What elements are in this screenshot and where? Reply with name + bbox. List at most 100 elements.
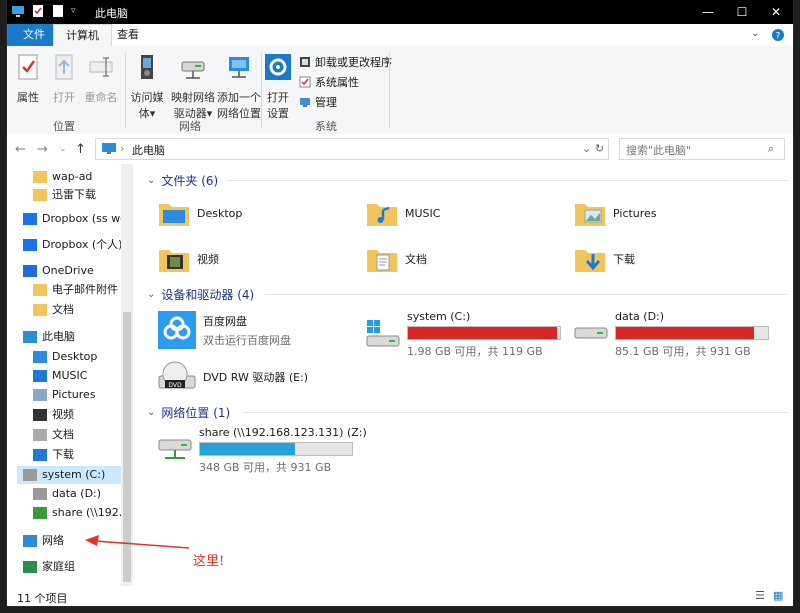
sidebar-item[interactable]: Desktop [33,348,97,366]
folder-item[interactable]: 视频 [157,242,219,276]
drive-c[interactable]: system (C:) 1.98 GB 可用，共 119 GB [365,310,565,358]
video-icon [33,409,47,421]
forward-button[interactable]: → [37,142,48,157]
address-bar[interactable]: › 此电脑 ⌄ ↻ [95,138,609,160]
breadcrumb[interactable]: 此电脑 [132,142,165,158]
folder-item[interactable]: MUSIC [365,196,440,230]
folder-label: Desktop [197,206,243,220]
title-bar: ▿ 此电脑 — ☐ ✕ [7,0,793,24]
item-count: 11 个项目 [17,592,68,605]
sidebar-item[interactable]: 此电脑 [23,328,75,346]
sidebar-item-label: data (D:) [52,487,102,500]
sidebar-item[interactable]: share (\\192.16 [33,504,133,522]
uninstall-icon [300,57,310,67]
search-icon[interactable]: ⌕ [768,142,774,156]
close-button[interactable]: ✕ [759,0,793,24]
music-icon [33,370,47,382]
help-icon[interactable]: ? [771,28,785,42]
desktop-folder-icon [159,204,189,226]
manage-button[interactable]: 管理 [299,94,337,110]
device-baidu[interactable]: 百度网盘 双击运行百度网盘 [157,310,291,350]
collapse-chevron-icon[interactable]: ⌄ [147,289,155,300]
recent-locations-icon[interactable]: ⌄ [59,144,67,154]
svg-text:DVD: DVD [168,382,182,389]
sidebar-item[interactable]: 视频 [33,406,74,424]
sidebar-item-label: Pictures [52,388,96,401]
group-label-system: 系统 [315,120,337,133]
tab-computer[interactable]: 计算机 [53,24,112,47]
folder-item[interactable]: Desktop [157,196,242,230]
drive-usage-bar [199,442,353,456]
tab-view[interactable]: 查看 [105,24,151,46]
section-title-network: 网络位置 (1) [161,406,231,420]
section-devices[interactable]: ⌄ 设备和驱动器 (4) [147,286,787,303]
sidebar-item[interactable]: 电子邮件附件 [33,281,118,299]
system-properties-button[interactable]: 系统属性 [299,74,359,90]
sidebar-item[interactable]: wap-ad [33,168,92,186]
up-button[interactable]: ↑ [75,142,86,157]
search-input[interactable]: 搜索"此电脑" ⌕ [619,138,785,160]
rename-button[interactable]: 重命名 [83,52,119,105]
uninstall-button[interactable]: 卸载或更改程序 [299,54,392,70]
open-settings-button[interactable]: 打开 设置 [263,52,293,121]
folder-item[interactable]: 下载 [573,242,635,276]
section-folders[interactable]: ⌄ 文件夹 (6) [147,172,787,189]
folder-label: Pictures [613,206,657,220]
search-placeholder: 搜索"此电脑" [626,144,692,157]
sidebar-item[interactable]: MUSIC [33,367,87,385]
navigation-scrollbar[interactable] [121,164,133,586]
address-dropdown-icon[interactable]: ⌄ [582,142,591,155]
minimize-button[interactable]: — [691,0,725,24]
sidebar-item-label: 家庭组 [42,560,75,573]
sidebar-item[interactable]: 迅雷下载 [33,186,96,204]
refresh-icon[interactable]: ↻ [595,142,604,155]
details-view-icon[interactable]: ☰ [755,589,765,602]
window-title: 此电脑 [95,7,128,20]
customize-toolbar-icon[interactable]: ▿ [71,6,76,16]
rename-icon [89,57,113,77]
collapse-chevron-icon[interactable]: ⌄ [147,407,155,418]
properties-icon[interactable] [31,4,45,18]
properties-button[interactable]: 属性 [13,52,43,105]
open-button[interactable]: 打开 [49,52,79,105]
device-name: 百度网盘 [203,314,247,328]
map-drive-button[interactable]: 映射网络 驱动器▾ [171,52,215,121]
baidu-netdisk-icon [158,311,196,349]
sidebar-item[interactable]: 文档 [33,301,74,319]
folder-item[interactable]: Pictures [573,196,657,230]
sidebar-item[interactable]: data (D:) [33,485,101,503]
access-media-button[interactable]: 访问媒体▾ [127,52,167,121]
sidebar-item[interactable]: Dropbox (ss wo [23,210,127,228]
add-network-location-button[interactable]: 添加一个 网络位置 [217,52,261,121]
sidebar-item[interactable]: 家庭组 [23,558,75,576]
network-drive-share[interactable]: share (\\192.168.123.131) (Z:) 348 GB 可用… [157,426,377,474]
device-dvd[interactable]: DVD DVD RW 驱动器 (E:) [157,360,308,394]
ribbon-collapse-icon[interactable]: ⌄ [751,28,759,39]
large-icons-view-icon[interactable]: ▦ [773,589,783,602]
computer-icon[interactable] [11,4,25,18]
add-network-location-icon [229,57,249,78]
sidebar-item[interactable]: OneDrive [23,262,94,280]
back-button[interactable]: ← [15,142,26,157]
drive-size: 348 GB 可用，共 931 GB [199,461,332,474]
computer-icon [23,331,37,343]
drive-d[interactable]: data (D:) 85.1 GB 可用，共 931 GB [573,310,773,358]
new-folder-icon[interactable] [51,4,65,18]
maximize-button[interactable]: ☐ [725,0,759,24]
annotation-text: 这里! [193,554,225,569]
sidebar-item[interactable]: Pictures [33,386,96,404]
sidebar-item[interactable]: 下载 [33,446,74,464]
sidebar-item-label: OneDrive [42,264,94,277]
collapse-chevron-icon[interactable]: ⌄ [147,175,155,186]
sidebar-item[interactable]: Dropbox (个人) [23,236,122,254]
sidebar-item[interactable]: 网络 [23,532,64,550]
folder-item[interactable]: 文档 [365,242,427,276]
properties-icon [18,54,38,80]
section-network[interactable]: ⌄ 网络位置 (1) [147,404,787,421]
drive-name: data (D:) [615,310,665,323]
ribbon-separator [125,52,126,128]
gear-icon [265,54,291,80]
sidebar-item[interactable]: system (C:) [17,466,129,484]
download-icon [33,449,47,461]
sidebar-item[interactable]: 文档 [33,426,74,444]
